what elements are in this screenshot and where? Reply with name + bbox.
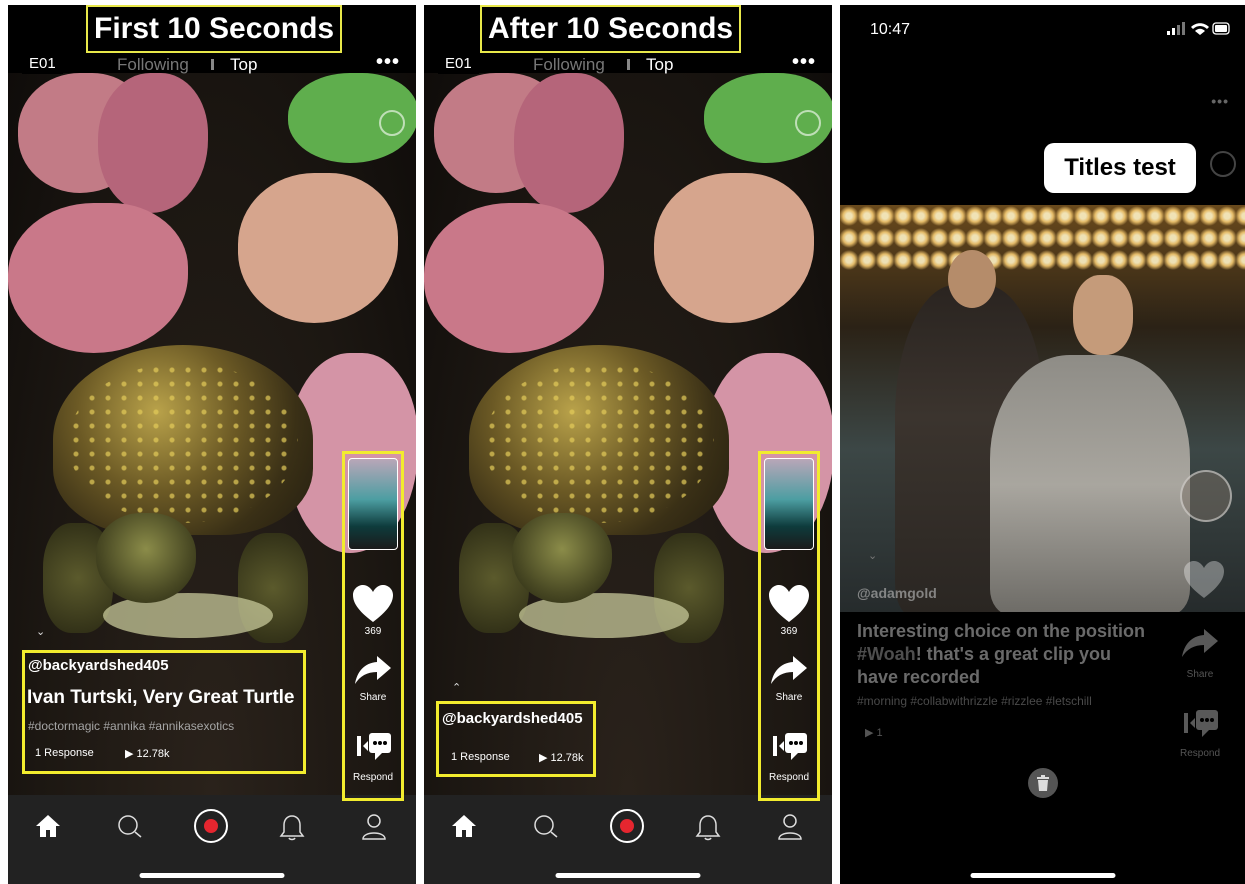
circle-indicator-icon[interactable] [379, 110, 405, 136]
status-time: 10:47 [870, 21, 911, 38]
chevron-up-icon[interactable]: ⌃ [452, 681, 461, 694]
home-icon[interactable] [28, 813, 68, 843]
video-title: Ivan Turtski, Very Great Turtle [27, 687, 295, 708]
respond-icon[interactable] [1175, 707, 1225, 744]
username[interactable]: @adamgold [857, 585, 937, 601]
trash-icon[interactable] [1028, 768, 1058, 798]
heart-icon[interactable] [345, 584, 401, 629]
action-column-highlight: 369 Share Respond [342, 451, 404, 801]
share-icon[interactable] [1175, 627, 1225, 664]
titles-test-bubble: Titles test [1044, 143, 1196, 193]
heart-icon[interactable] [761, 584, 817, 629]
share-label: Share [359, 692, 387, 703]
avatar[interactable] [1180, 470, 1232, 522]
turtle-shell-pattern [68, 363, 298, 523]
caption-text: Interesting choice on the position [857, 621, 1146, 641]
bell-icon[interactable] [688, 813, 728, 843]
person-right [990, 355, 1190, 612]
response-thumbnail[interactable] [764, 458, 814, 550]
more-options-icon[interactable]: ••• [1211, 93, 1229, 109]
leaf [514, 73, 624, 213]
profile-icon[interactable] [354, 813, 394, 843]
status-icons [1167, 22, 1231, 39]
home-indicator[interactable] [139, 873, 285, 878]
leaf [654, 173, 814, 323]
chevron-down-icon[interactable]: ⌄ [868, 549, 877, 562]
screen-heading: First 10 Seconds [86, 5, 343, 53]
person-right-head [1073, 275, 1133, 355]
username[interactable]: @backyardshed405 [442, 710, 583, 727]
chevron-down-icon[interactable]: ⌄ [36, 625, 45, 638]
circle-indicator-icon[interactable] [1210, 151, 1236, 177]
tab-following[interactable]: Following [533, 55, 605, 75]
tab-top[interactable]: Top [230, 55, 257, 75]
share-icon[interactable] [761, 654, 817, 691]
profile-icon[interactable] [770, 813, 810, 843]
action-column-highlight: 369 Share Respond [758, 451, 820, 801]
record-icon[interactable] [607, 807, 647, 843]
home-icon[interactable] [444, 813, 484, 843]
respond-icon[interactable] [761, 730, 817, 767]
episode-badge[interactable]: E01 [438, 53, 479, 74]
caption-hashtag[interactable]: #Woah [857, 644, 916, 664]
home-indicator[interactable] [555, 873, 701, 878]
leaf [424, 203, 604, 353]
share-label: Share [1186, 669, 1214, 680]
respond-icon[interactable] [345, 730, 401, 767]
search-icon[interactable] [526, 813, 566, 843]
response-thumbnail[interactable] [348, 458, 398, 550]
panel-titles-test: 10:47 ••• Titles test @adamgold ⌄ Intere… [840, 5, 1245, 884]
leaf [238, 173, 398, 323]
share-label: Share [775, 692, 803, 703]
respond-label: Respond [768, 772, 810, 783]
search-icon[interactable] [110, 813, 150, 843]
view-count: ▶ 1 [865, 727, 883, 739]
leaf [8, 203, 188, 353]
turtle-head [512, 513, 612, 603]
feed-top-bar: E01 Following Top ••• [424, 51, 832, 75]
person-left-head [948, 250, 996, 308]
respond-label: Respond [1179, 748, 1221, 759]
turtle-head [96, 513, 196, 603]
tab-following[interactable]: Following [117, 55, 189, 75]
panel-first-10-seconds: First 10 Seconds E01 Following Top ••• 3… [8, 5, 416, 884]
video-info-highlight: @backyardshed405 Ivan Turtski, Very Grea… [22, 650, 306, 774]
response-count[interactable]: 1 Response [35, 747, 94, 759]
video-caption: Interesting choice on the position #Woah… [857, 620, 1157, 689]
video-frame-escalator[interactable]: @adamgold ⌄ [840, 205, 1245, 612]
hashtags[interactable]: #doctormagic #annika #annikasexotics [28, 719, 234, 733]
like-count: 369 [780, 626, 798, 637]
turtle-shell-pattern [484, 363, 714, 523]
home-indicator[interactable] [970, 873, 1115, 878]
leaf [98, 73, 208, 213]
more-options-icon[interactable]: ••• [376, 51, 400, 74]
view-count: ▶ 12.78k [539, 752, 584, 764]
panel-after-10-seconds: After 10 Seconds E01 Following Top ••• 3… [424, 5, 832, 884]
tab-separator [627, 59, 630, 70]
more-options-icon[interactable]: ••• [792, 51, 816, 74]
ceiling-lights [840, 205, 1245, 270]
tab-top[interactable]: Top [646, 55, 673, 75]
video-info-highlight: @backyardshed405 1 Response ▶ 12.78k [436, 701, 596, 777]
share-icon[interactable] [345, 654, 401, 691]
screen-heading: After 10 Seconds [480, 5, 742, 53]
response-count[interactable]: 1 Response [451, 751, 510, 763]
hashtags[interactable]: #morning #collabwithrizzle #rizzlee #let… [857, 694, 1092, 708]
heart-icon[interactable] [1182, 560, 1226, 605]
record-icon[interactable] [191, 807, 231, 843]
bell-icon[interactable] [272, 813, 312, 843]
like-count: 369 [364, 626, 382, 637]
tab-separator [211, 59, 214, 70]
respond-label: Respond [352, 772, 394, 783]
view-count: ▶ 12.78k [125, 748, 170, 760]
circle-indicator-icon[interactable] [795, 110, 821, 136]
bottom-navigation [424, 795, 832, 884]
username[interactable]: @backyardshed405 [28, 657, 169, 674]
episode-badge[interactable]: E01 [22, 53, 63, 74]
bottom-navigation [8, 795, 416, 884]
feed-top-bar: E01 Following Top ••• [8, 51, 416, 75]
